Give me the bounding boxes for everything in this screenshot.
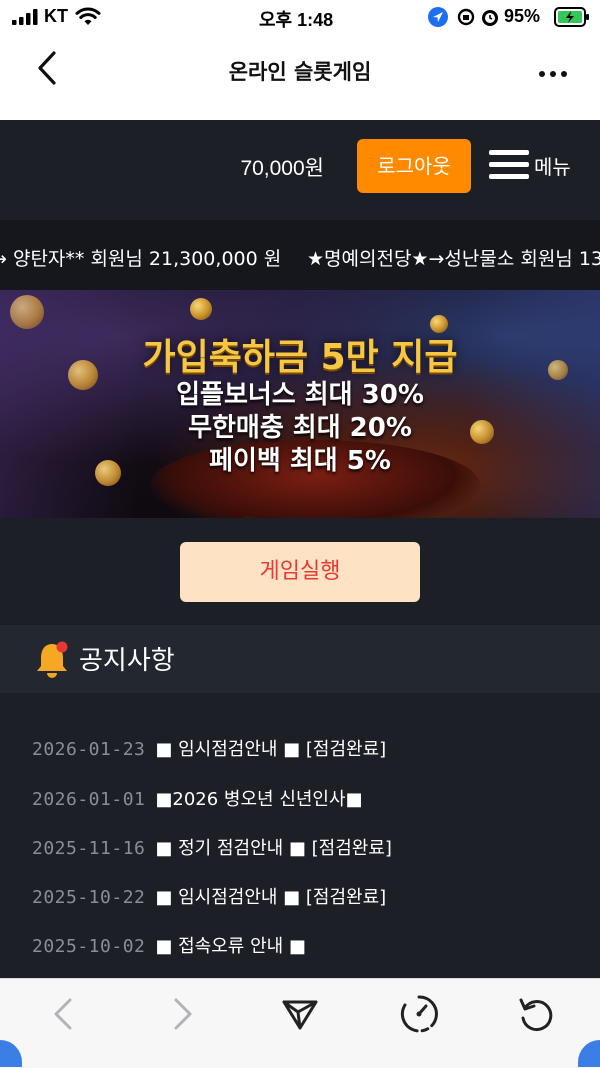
notice-item[interactable]: 2026-01-23 ■ 임시점검안내 ■ [점검완료] [32,735,386,761]
send-icon[interactable] [278,992,322,1036]
notice-date: 2025-10-22 [32,887,146,908]
banner-line: 페이백 최대 5% [209,446,391,476]
battery-percent: 95% [504,6,541,26]
winners-ticker: → 양탄자** 회원님 21,300,000 원 ★명예의전당★→성난물소 회원… [0,220,600,290]
notice-title: 공지사항 [79,646,175,676]
page-title: 온라인 슬롯게임 [228,60,372,84]
notice-date: 2025-11-16 [32,838,146,859]
battery-icon [554,7,590,27]
reload-icon[interactable] [515,992,559,1036]
banner-title: 가입축하금 5만 지급 [142,337,458,378]
notice-item[interactable]: 2025-10-02 ■ 접속오류 안내 ■ [32,932,306,958]
hamburger-icon[interactable] [489,150,529,180]
bell-icon [34,640,70,680]
notice-text: ■ 접속오류 안내 ■ [155,936,306,957]
ticker-item: ★명예의전당★→성난물소 회원님 13 [307,248,600,270]
more-icon[interactable] [538,63,568,77]
back-arrow-icon[interactable] [42,992,86,1036]
notice-item[interactable]: 2026-01-01 ■2026 병오년 신년인사■ [32,785,363,811]
screen-lock-icon [456,7,476,27]
notice-text: ■ 임시점검안내 ■ [점검완료] [155,887,387,908]
game-launch-button[interactable]: 게임실행 [180,542,420,602]
menu-label[interactable]: 메뉴 [534,151,571,180]
alarm-icon [480,6,500,28]
banner-line: 무한매충 최대 20% [188,413,412,443]
ticker-item: → 양탄자** 회원님 21,300,000 원 [0,248,282,270]
status-time: 오후 1:48 [259,10,334,30]
wifi-icon [75,7,101,27]
timer-icon[interactable] [397,992,441,1036]
carrier-label: KT [44,6,68,26]
notice-text: ■ 정기 점검안내 ■ [점검완료] [155,838,392,859]
signal-icon [12,9,38,25]
notice-text: ■2026 병오년 신년인사■ [155,789,363,810]
notice-text: ■ 임시점검안내 ■ [점검완료] [155,739,387,760]
notice-date: 2025-10-02 [32,936,146,957]
forward-arrow-icon[interactable] [160,992,204,1036]
location-icon [428,7,448,27]
notice-date: 2026-01-01 [32,789,146,810]
notice-item[interactable]: 2025-10-22 ■ 임시점검안내 ■ [점검완료] [32,883,386,909]
logout-button[interactable]: 로그아웃 [357,139,471,193]
notice-item[interactable]: 2025-11-16 ■ 정기 점검안내 ■ [점검완료] [32,834,392,860]
balance-display: 70,000원 [240,157,324,180]
status-bar: KT 오후 1:48 95% [0,0,600,34]
notice-date: 2026-01-23 [32,739,146,760]
banner-line: 입플보너스 최대 30% [176,380,424,410]
